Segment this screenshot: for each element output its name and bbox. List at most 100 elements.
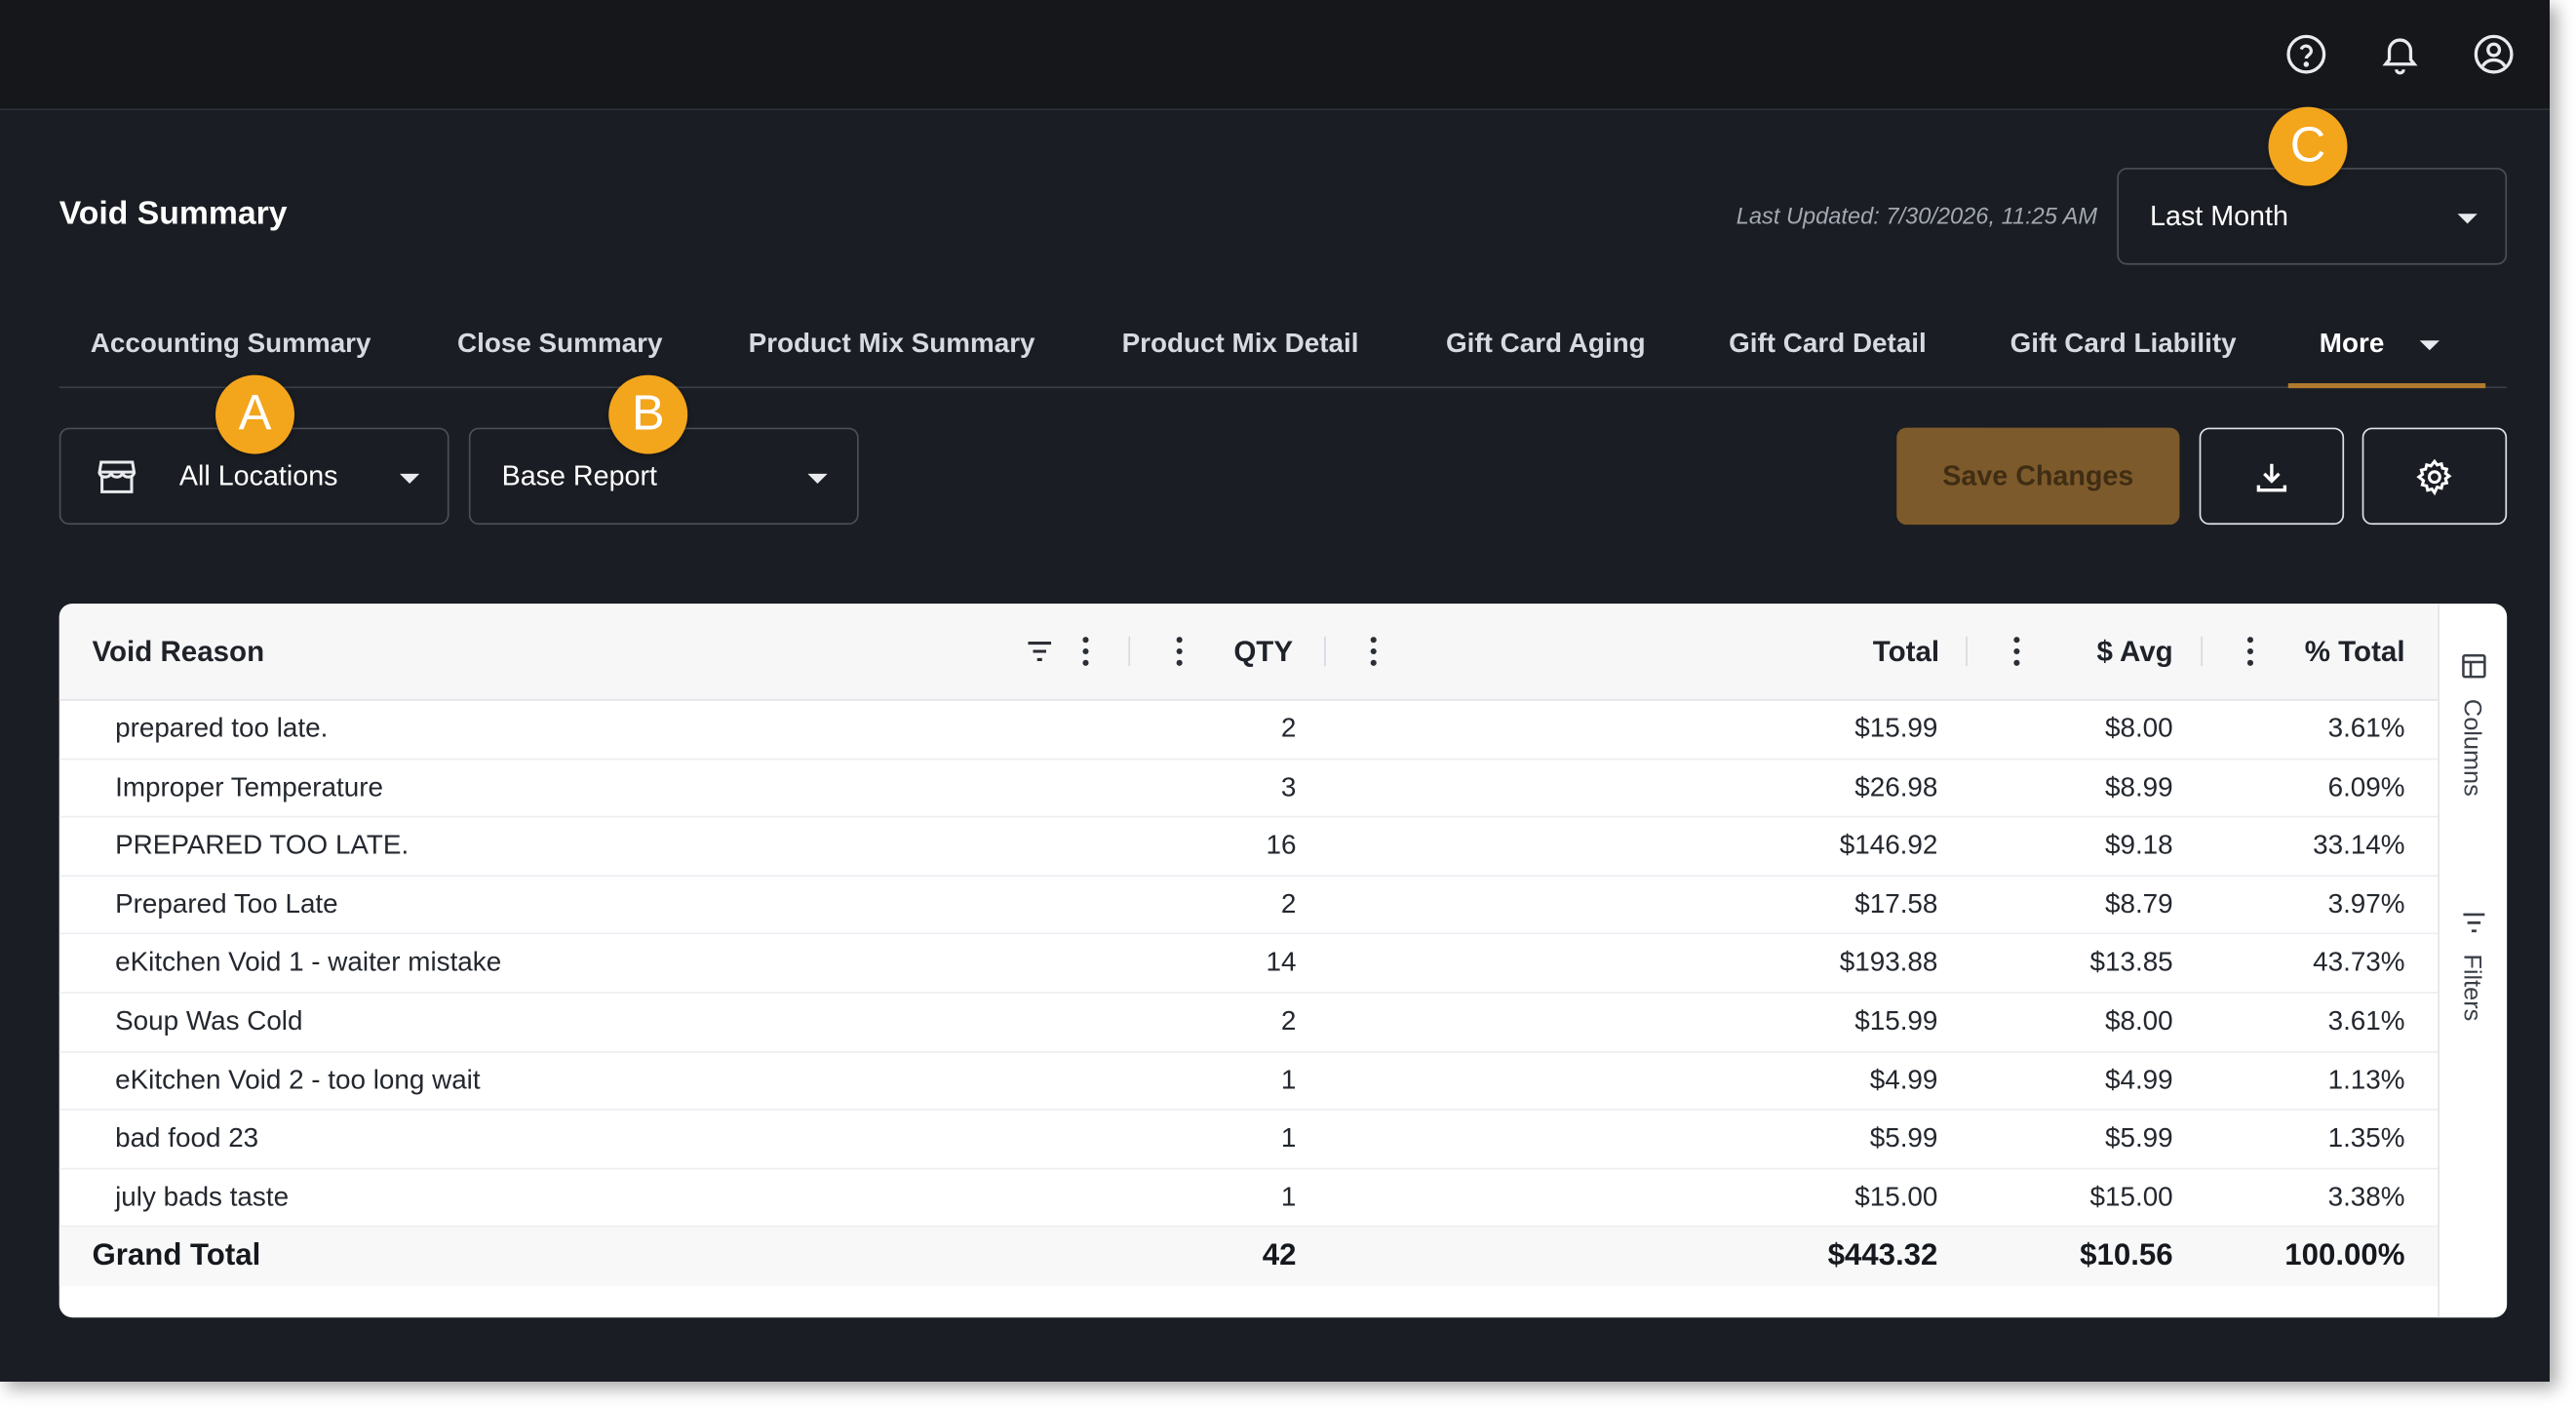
filter-icon[interactable] [1027,640,1053,663]
cell-avg: $4.99 [2104,1065,2173,1095]
save-changes-button[interactable]: Save Changes [1896,427,2180,526]
cell-total: $4.99 [1869,1065,1938,1095]
callout-badge-a: A [215,374,294,454]
table-row[interactable]: Prepared Too Late 2 $17.58 $8.79 3.97% [59,877,2439,935]
chevron-down-icon [2457,214,2478,224]
column-separator[interactable] [1128,636,1131,667]
columns-label: Columns [2457,698,2486,797]
download-button[interactable] [2199,427,2345,526]
page-title: Void Summary [59,195,288,232]
table-row[interactable]: Improper Temperature 3 $26.98 $8.99 6.09… [59,760,2439,818]
filter-icon [2463,913,2485,933]
cell-void-reason: Improper Temperature [115,772,383,802]
cell-percent-total: 6.09% [2327,772,2405,802]
tab-gift-card-detail[interactable]: Gift Card Detail [1729,329,1927,360]
cell-avg: $13.85 [2089,948,2173,978]
filters-label: Filters [2457,954,2486,1022]
table-row[interactable]: eKitchen Void 2 - too long wait 1 $4.99 … [59,1052,2439,1111]
cell-qty: 3 [1280,772,1297,802]
help-icon[interactable] [2284,33,2327,76]
tab-product-mix-summary[interactable]: Product Mix Summary [749,329,1035,360]
cell-void-reason: Prepared Too Late [115,889,338,919]
table-row[interactable]: bad food 23 1 $5.99 $5.99 1.35% [59,1111,2439,1170]
cell-void-reason: bad food 23 [115,1123,259,1154]
cell-percent-total: 3.38% [2327,1182,2405,1212]
cell-total: $146.92 [1839,831,1938,861]
cell-void-reason: PREPARED TOO LATE. [115,831,410,861]
location-value: All Locations [178,460,338,492]
grand-total-label: Grand Total [92,1236,261,1271]
account-icon[interactable] [2473,33,2516,76]
cell-avg: $9.18 [2104,831,2173,861]
grand-total-avg: $10.56 [2080,1236,2173,1271]
cell-qty: 1 [1280,1065,1297,1095]
column-menu-icon[interactable] [2246,637,2254,666]
grand-total-percent: 100.00% [2284,1236,2405,1271]
table-row[interactable]: july bads taste 1 $15.00 $15.00 3.38% [59,1169,2439,1229]
chevron-down-icon [807,473,828,484]
cell-percent-total: 33.14% [2313,831,2405,861]
chevron-down-icon [399,473,420,484]
cell-total: $15.99 [1854,1006,1938,1036]
columns-panel-toggle[interactable]: Columns [2439,653,2507,818]
tab-more[interactable]: More [2287,306,2486,389]
column-separator[interactable] [1324,636,1326,667]
gear-icon [2416,457,2452,495]
cell-total: $17.58 [1854,889,1938,919]
cell-avg: $8.99 [2104,772,2173,802]
save-changes-label: Save Changes [1942,459,2134,491]
cell-percent-total: 3.61% [2327,714,2405,744]
settings-button[interactable] [2361,427,2508,526]
grand-total-qty: 42 [1262,1236,1297,1271]
header-avg[interactable]: $ Avg [2096,635,2172,669]
header-percent-total[interactable]: % Total [2305,635,2405,669]
tool-panel-sidebar: Columns Filters [2438,604,2508,1318]
top-bar [0,0,2551,111]
cell-qty: 2 [1280,1006,1297,1036]
tab-gift-card-aging[interactable]: Gift Card Aging [1446,329,1646,360]
cell-percent-total: 43.73% [2313,948,2405,978]
notifications-bell-icon[interactable] [2379,33,2422,76]
cell-qty: 2 [1280,889,1297,919]
columns-icon [2462,653,2486,679]
cell-avg: $8.79 [2104,889,2173,919]
tab-close-summary[interactable]: Close Summary [457,329,662,360]
column-menu-icon[interactable] [1176,637,1183,666]
header-void-reason[interactable]: Void Reason [92,635,264,669]
last-updated-text: Last Updated: 7/30/2026, 11:25 AM [1736,202,2098,229]
cell-total: $193.88 [1839,948,1938,978]
cell-void-reason: eKitchen Void 1 - waiter mistake [115,948,502,978]
grand-total-total: $443.32 [1827,1236,1938,1271]
tab-product-mix-detail[interactable]: Product Mix Detail [1122,329,1359,360]
table-row[interactable]: eKitchen Void 1 - waiter mistake 14 $193… [59,935,2439,994]
column-separator[interactable] [1966,636,1968,667]
column-separator[interactable] [2201,636,2204,667]
table-row[interactable]: Soup Was Cold 2 $15.99 $8.00 3.61% [59,994,2439,1052]
cell-percent-total: 3.61% [2327,1006,2405,1036]
tab-accounting-summary[interactable]: Accounting Summary [91,329,371,360]
cell-avg: $8.00 [2104,1006,2173,1036]
table-row[interactable]: prepared too late. 2 $15.99 $8.00 3.61% [59,701,2439,760]
store-icon [98,460,137,493]
table-row[interactable]: PREPARED TOO LATE. 16 $146.92 $9.18 33.1… [59,818,2439,877]
cell-void-reason: Soup Was Cold [115,1006,303,1036]
header-total[interactable]: Total [1873,635,1939,669]
column-menu-icon[interactable] [2013,637,2020,666]
date-range-value: Last Month [2150,199,2288,232]
tab-more-label: More [2319,329,2385,359]
cell-void-reason: prepared too late. [115,714,329,744]
cell-total: $15.00 [1854,1182,1938,1212]
column-menu-icon[interactable] [1370,637,1377,666]
void-summary-table: Void Reason QTY Total $ Avg % Total prep… [59,604,2508,1318]
cell-avg: $15.00 [2089,1182,2173,1212]
cell-percent-total: 1.35% [2327,1123,2405,1154]
report-value: Base Report [501,460,657,492]
cell-percent-total: 1.13% [2327,1065,2405,1095]
column-menu-icon[interactable] [1082,637,1089,666]
cell-qty: 1 [1280,1123,1297,1154]
filters-panel-toggle[interactable]: Filters [2439,910,2507,1041]
cell-avg: $8.00 [2104,714,2173,744]
tab-gift-card-liability[interactable]: Gift Card Liability [2010,329,2237,360]
cell-qty: 14 [1266,948,1297,978]
header-qty[interactable]: QTY [1233,635,1293,669]
